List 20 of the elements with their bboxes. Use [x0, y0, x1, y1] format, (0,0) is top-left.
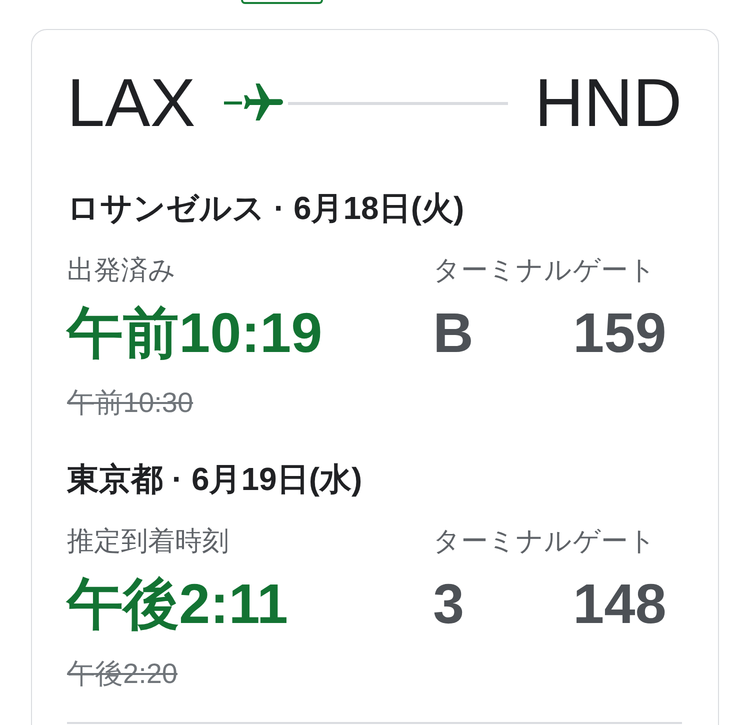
status-label: 推定到着時刻: [67, 525, 229, 558]
terminal-value: B: [433, 301, 474, 365]
city-date-heading: ロサンゼルス · 6月18日(火): [67, 189, 466, 227]
airplane-icon: [224, 83, 284, 123]
terminal-label: ターミナル: [433, 254, 572, 287]
city-date-heading: 東京都 · 6月19日(水): [67, 460, 364, 498]
gate-value: 148: [573, 572, 666, 636]
gate-label: ゲート: [573, 254, 656, 287]
outlined-button[interactable]: [241, 0, 323, 4]
actual-time: 午前10:19: [67, 301, 322, 365]
destination-airport-code: HND: [534, 69, 682, 137]
status-label: 出発済み: [67, 254, 176, 287]
scheduled-time: 午後2:20: [67, 657, 178, 691]
scheduled-time: 午前10:30: [67, 386, 194, 420]
gate-value: 159: [573, 301, 666, 365]
origin-airport-code: LAX: [67, 69, 196, 137]
gate-label: ゲート: [573, 525, 656, 558]
terminal-value: 3: [433, 572, 464, 636]
terminal-label: ターミナル: [433, 525, 572, 558]
actual-time: 午後2:11: [67, 572, 288, 636]
